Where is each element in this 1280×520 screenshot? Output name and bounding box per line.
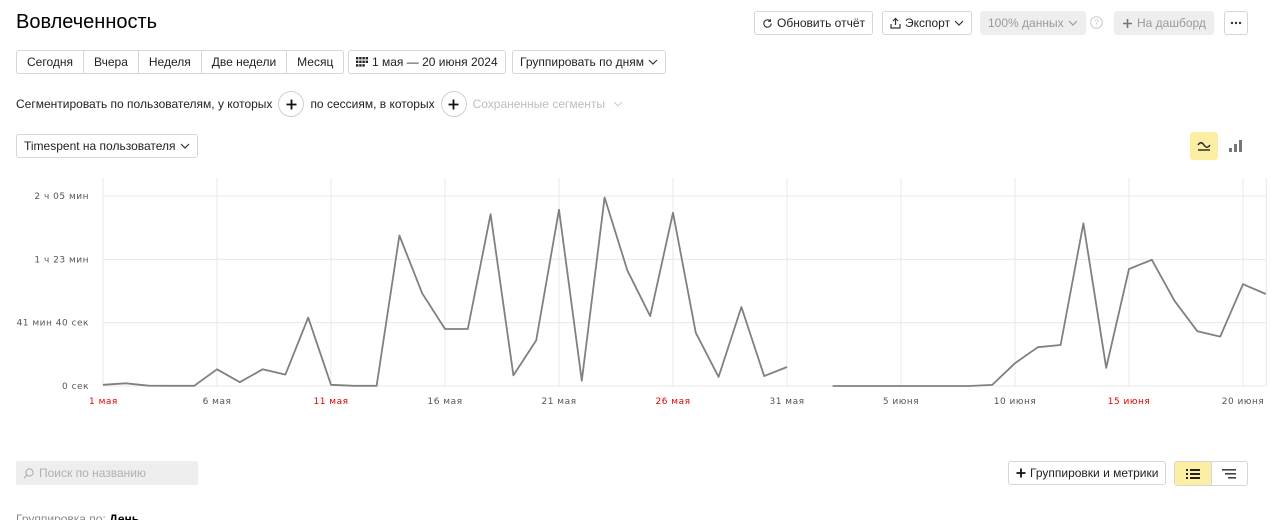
x-tick-label: 20 июня <box>1222 397 1265 407</box>
table-view-toggle <box>1174 461 1248 486</box>
add-user-segment-button[interactable] <box>278 91 305 117</box>
period-presets: Сегодня Вчера Неделя Две недели Месяц <box>16 50 345 74</box>
y-tick-label: 41 мин 40 сек <box>17 319 89 329</box>
refresh-icon <box>763 18 772 28</box>
chevron-down-icon <box>1068 20 1078 26</box>
refresh-report-label: Обновить отчёт <box>777 16 865 30</box>
grouping-info: Группировка по: День <box>16 512 139 520</box>
add-to-dashboard-button[interactable]: На дашборд <box>1114 11 1214 35</box>
line-chart-toggle[interactable] <box>1190 132 1218 160</box>
plus-icon <box>1123 18 1132 28</box>
chevron-down-icon <box>613 101 623 107</box>
x-tick-label: 21 мая <box>541 397 576 407</box>
add-session-segment-button[interactable] <box>440 91 467 117</box>
x-tick-label: 5 июня <box>883 397 919 407</box>
page-title: Вовлеченность <box>16 11 158 33</box>
plus-icon <box>286 99 297 109</box>
bar-chart-toggle[interactable] <box>1222 132 1250 160</box>
series-line <box>832 222 1267 387</box>
list-view-button[interactable] <box>1175 462 1212 485</box>
sampling-select[interactable]: 100% данных <box>980 11 1086 35</box>
search-icon <box>23 467 34 478</box>
help-icon[interactable]: ? <box>1090 16 1103 29</box>
chevron-down-icon <box>648 59 658 65</box>
x-tick-label: 26 мая <box>655 397 690 407</box>
x-tick-label: 16 мая <box>427 397 462 407</box>
chart-canvas: 0 сек 41 мин 40 сек 1 ч 23 мин 2 ч 05 мин 1 … <box>17 178 1267 407</box>
tree-list-icon <box>1222 468 1237 479</box>
plus-icon <box>1016 468 1026 478</box>
y-tick-label: 0 сек <box>62 382 89 392</box>
segmentation-row: Сегментировать по пользователям, у котор… <box>16 91 623 117</box>
y-tick-label: 2 ч 05 мин <box>34 192 89 202</box>
period-week[interactable]: Неделя <box>139 51 202 73</box>
metric-select-label: Timespent на пользователя <box>24 139 176 153</box>
group-by-label: Группировать по дням <box>520 55 645 69</box>
bar-chart-icon <box>1229 140 1242 152</box>
x-tick-label: 15 июня <box>1108 397 1151 407</box>
refresh-report-button[interactable]: Обновить отчёт <box>754 11 873 35</box>
x-tick-label: 1 мая <box>89 397 118 407</box>
list-icon <box>1185 468 1200 479</box>
groupings-metrics-button[interactable]: Группировки и метрики <box>1008 461 1167 485</box>
y-tick-label: 1 ч 23 мин <box>34 255 89 265</box>
date-range-label: 1 мая — 20 июня 2024 <box>372 55 498 69</box>
metric-select[interactable]: Timespent на пользователя <box>16 134 198 158</box>
add-to-dashboard-label: На дашборд <box>1137 16 1206 30</box>
group-by-select[interactable]: Группировать по дням <box>512 50 667 74</box>
tree-view-button[interactable] <box>1212 462 1248 485</box>
more-dots-icon <box>1230 21 1242 25</box>
export-button[interactable]: Экспорт <box>882 11 973 35</box>
x-tick-label: 11 мая <box>313 397 348 407</box>
search-input[interactable]: Поиск по названию <box>16 461 198 485</box>
line-chart-icon <box>1197 142 1211 151</box>
chevron-down-icon <box>180 143 189 149</box>
calendar-icon <box>356 57 368 67</box>
upload-icon <box>890 17 901 29</box>
grouping-prefix: Группировка по: <box>16 512 106 520</box>
segment-by-users-label: Сегментировать по пользователям, у котор… <box>16 97 273 111</box>
groupings-metrics-label: Группировки и метрики <box>1030 466 1159 480</box>
plus-icon <box>448 99 459 109</box>
search-placeholder: Поиск по названию <box>39 466 147 480</box>
engagement-chart: 0 сек 41 мин 40 сек 1 ч 23 мин 2 ч 05 мин 1 … <box>0 170 1280 410</box>
x-tick-label: 6 мая <box>203 397 232 407</box>
x-tick-label: 31 мая <box>769 397 804 407</box>
grouping-value: День <box>109 512 140 520</box>
sampling-label: 100% данных <box>988 16 1064 30</box>
saved-segments-select[interactable]: Сохраненные сегменты <box>473 97 605 111</box>
svg-text:?: ? <box>1094 18 1099 28</box>
period-two-weeks[interactable]: Две недели <box>202 51 288 73</box>
period-month[interactable]: Месяц <box>287 51 343 73</box>
period-yesterday[interactable]: Вчера <box>84 51 139 73</box>
segment-by-sessions-label: по сессиям, в которых <box>310 97 435 111</box>
more-menu-button[interactable] <box>1224 11 1248 35</box>
date-range-picker[interactable]: 1 мая — 20 июня 2024 <box>348 50 506 74</box>
chevron-down-icon <box>954 20 964 26</box>
x-tick-label: 10 июня <box>994 397 1037 407</box>
export-label: Экспорт <box>905 16 951 30</box>
period-today[interactable]: Сегодня <box>17 51 84 73</box>
